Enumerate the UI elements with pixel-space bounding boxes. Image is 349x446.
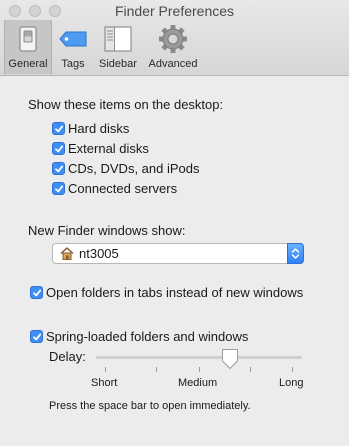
spring-loaded-label: Spring-loaded folders and windows bbox=[46, 329, 249, 344]
hard-disks-label: Hard disks bbox=[68, 121, 130, 136]
slider-tick bbox=[156, 367, 157, 372]
tab-sidebar-label: Sidebar bbox=[99, 58, 137, 70]
checkbox-checked-icon[interactable] bbox=[52, 122, 65, 135]
sidebar-icon bbox=[102, 24, 134, 54]
slider-tick bbox=[105, 367, 106, 372]
tab-tags-label: Tags bbox=[61, 58, 85, 70]
delay-long-label: Long bbox=[279, 377, 304, 389]
tab-sidebar[interactable]: Sidebar bbox=[94, 20, 142, 74]
delay-slider-thumb[interactable] bbox=[221, 348, 239, 370]
tab-advanced[interactable]: Advanced bbox=[143, 20, 203, 74]
external-disks-label: External disks bbox=[68, 141, 149, 156]
checkbox-checked-icon[interactable] bbox=[30, 286, 43, 299]
window-title: Finder Preferences bbox=[114, 3, 235, 19]
tab-general-label: General bbox=[8, 58, 48, 70]
delay-short-label: Short bbox=[91, 377, 118, 389]
open-in-tabs-label: Open folders in tabs instead of new wind… bbox=[46, 285, 304, 300]
title-bar: Finder Preferences General Tags Sidebar … bbox=[0, 0, 349, 76]
new-window-target-value: nt3005 bbox=[79, 246, 119, 261]
general-switch-icon bbox=[12, 24, 44, 54]
slider-tick bbox=[250, 367, 251, 372]
gear-icon bbox=[157, 24, 189, 54]
new-window-target-popup[interactable]: nt3005 bbox=[52, 243, 304, 264]
tab-advanced-label: Advanced bbox=[148, 58, 198, 70]
checkbox-checked-icon[interactable] bbox=[52, 182, 65, 195]
tab-tags[interactable]: Tags bbox=[53, 20, 93, 74]
delay-label: Delay: bbox=[49, 349, 86, 364]
home-icon bbox=[60, 247, 74, 260]
checkbox-checked-icon[interactable] bbox=[52, 162, 65, 175]
desktop-items-heading: Show these items on the desktop: bbox=[28, 97, 224, 112]
slider-tick bbox=[199, 367, 200, 372]
checkbox-checked-icon[interactable] bbox=[30, 330, 43, 343]
finder-preferences-window: Finder Preferences General Tags Sidebar … bbox=[0, 0, 349, 446]
tag-icon bbox=[57, 24, 89, 54]
tab-general[interactable]: General bbox=[4, 20, 52, 74]
popup-stepper-icon[interactable] bbox=[287, 243, 304, 264]
checkbox-checked-icon[interactable] bbox=[52, 142, 65, 155]
slider-tick bbox=[292, 367, 293, 372]
cds-dvds-ipods-label: CDs, DVDs, and iPods bbox=[68, 161, 200, 176]
new-window-heading: New Finder windows show: bbox=[28, 223, 186, 238]
connected-servers-label: Connected servers bbox=[68, 181, 178, 196]
spring-loaded-note: Press the space bar to open immediately. bbox=[49, 400, 251, 412]
delay-slider-track[interactable] bbox=[96, 356, 302, 359]
delay-medium-label: Medium bbox=[178, 377, 218, 389]
